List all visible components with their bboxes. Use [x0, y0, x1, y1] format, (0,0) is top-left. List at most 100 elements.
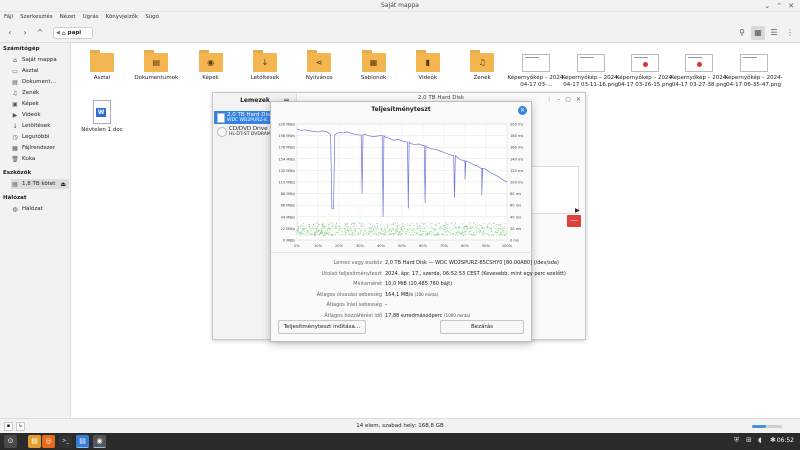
sidebar-item[interactable]: ♫ Zenék	[11, 88, 69, 98]
access-time-point	[454, 225, 456, 227]
file-item[interactable]: Asztal	[73, 50, 131, 82]
sidebar-item[interactable]: ⌂ Saját mappa	[11, 55, 69, 65]
access-time-point	[458, 230, 460, 232]
file-item[interactable]: ⋖ Nyilvános	[290, 50, 348, 82]
minimize-icon[interactable]: ⌄	[764, 1, 770, 11]
taskbar-file-manager-icon[interactable]: ▤	[76, 435, 89, 448]
file-item[interactable]: W Névtelen 1.doc	[73, 100, 131, 134]
access-time-point	[397, 226, 399, 228]
access-time-point	[380, 229, 382, 231]
info-value: 10,0 MiB (10.485.760 bájt)	[385, 281, 452, 287]
file-item[interactable]: Képernyőkép – 2024-04-17 03-27-38.png	[670, 50, 728, 89]
taskbar-disks-icon[interactable]: ◉	[93, 435, 106, 448]
access-time-point	[379, 224, 381, 226]
access-time-point	[472, 232, 474, 234]
sidebar-item[interactable]: ↓ Letöltések	[11, 121, 69, 131]
access-time-point	[350, 226, 352, 228]
access-time-point	[473, 228, 475, 230]
menu-item[interactable]: Nézet	[60, 12, 76, 23]
tray-icon[interactable]: ⊞	[746, 436, 752, 444]
access-time-point	[344, 229, 347, 231]
menu-item[interactable]: Súgó	[145, 12, 159, 23]
access-time-point	[334, 233, 336, 235]
sidebar-item[interactable]: ▶ Videók	[11, 110, 69, 120]
access-time-point	[298, 231, 300, 233]
access-time-point	[483, 230, 485, 232]
file-item[interactable]: ▦ Sablonok	[345, 50, 403, 82]
sidebar-section-title[interactable]: Eszközök	[3, 170, 31, 176]
access-time-point	[296, 224, 298, 226]
breadcrumb-item[interactable]: papi	[68, 30, 81, 36]
taskbar-terminal-icon[interactable]: >_	[59, 435, 72, 448]
start-benchmark-button[interactable]: Teljesítményteszt indítása…	[278, 320, 366, 334]
image-thumbnail-icon	[739, 54, 768, 72]
sidebar-item[interactable]: ▤ 1,8 TB kötet ⏏	[11, 179, 69, 189]
taskbar-files-icon[interactable]: ▤	[28, 435, 41, 448]
maximize-icon[interactable]: ⌃	[776, 1, 782, 11]
access-time-point	[446, 234, 448, 236]
tray-icon[interactable]: ✱	[770, 436, 776, 444]
access-time-point	[407, 222, 409, 225]
more-icon[interactable]: ⋮	[546, 96, 552, 103]
x-tick-label: 0%	[294, 244, 300, 248]
toggle-location-icon[interactable]: ◀	[56, 30, 60, 36]
grid-view-icon[interactable]: ▦	[751, 26, 765, 40]
access-time-point	[353, 222, 356, 224]
access-time-point	[328, 229, 330, 231]
file-item[interactable]: ▮ Videók	[399, 50, 457, 82]
taskbar-firefox-icon[interactable]: ◎	[42, 435, 55, 448]
sidebar-section-title[interactable]: Hálózat	[3, 195, 27, 201]
play-icon[interactable]: ▶	[575, 207, 580, 214]
sidebar-item[interactable]: ▣ Képek	[11, 99, 69, 109]
tray-icon[interactable]: ⛨	[734, 436, 739, 445]
access-time-point	[477, 228, 479, 230]
sidebar-section-title[interactable]: Számítógép	[3, 46, 40, 52]
access-time-point	[315, 226, 317, 228]
access-time-point	[422, 224, 424, 226]
search-icon[interactable]: ⚲	[735, 26, 749, 40]
file-item[interactable]: ◉ Képek	[182, 50, 240, 82]
access-time-point	[469, 225, 471, 227]
taskbar-menu-icon[interactable]: ⊙	[4, 435, 17, 448]
access-time-point	[320, 230, 322, 232]
access-time-point	[361, 229, 363, 232]
sidebar-item[interactable]: ◍ Hálózat	[11, 204, 69, 214]
file-item[interactable]: Képernyőkép – 2024-04-17 03-11-16.png	[562, 50, 620, 89]
menu-item[interactable]: Szerkesztés	[20, 12, 53, 23]
back-icon[interactable]: ‹	[3, 26, 17, 40]
maximize-icon[interactable]: ▢	[565, 96, 571, 103]
access-time-point	[330, 223, 332, 225]
access-time-point	[372, 231, 374, 233]
close-icon[interactable]: ✕	[788, 1, 794, 11]
file-item[interactable]: ▤ Dokumentumok	[127, 50, 185, 82]
access-time-point	[471, 234, 474, 236]
file-item[interactable]: Képernyőkép – 2024-04-17 03-26-15.png	[616, 50, 674, 89]
sidebar-item[interactable]: 🗑 Kuka	[11, 154, 69, 164]
sidebar-item[interactable]: ▭ Asztal	[11, 66, 69, 76]
file-item[interactable]: ♫ Zenék	[453, 50, 511, 82]
close-icon[interactable]: ✕	[576, 96, 581, 103]
remove-partition-button[interactable]: —	[567, 215, 581, 227]
menu-icon[interactable]: ⋮	[783, 26, 797, 40]
tray-icon[interactable]: ◖	[758, 436, 762, 444]
minimize-icon[interactable]: –	[557, 96, 560, 103]
close-button[interactable]: Bezárás	[440, 320, 524, 334]
up-icon[interactable]: ^	[33, 26, 47, 40]
list-view-icon[interactable]: ☰	[767, 26, 781, 40]
access-time-point	[327, 231, 329, 233]
access-time-point	[370, 227, 372, 229]
file-item[interactable]: ↓ Letöltések	[236, 50, 294, 82]
sidebar-item[interactable]: ▤ Dokument…	[11, 77, 69, 87]
zoom-slider[interactable]	[752, 425, 782, 428]
close-icon[interactable]: ✕	[518, 106, 527, 115]
file-item[interactable]: Képernyőkép – 2024-04-17 06-35-47.png	[725, 50, 783, 89]
menu-item[interactable]: Ugrás	[83, 12, 99, 23]
clock[interactable]: 06:52	[777, 437, 794, 444]
forward-icon[interactable]: ›	[18, 26, 32, 40]
sidebar-item[interactable]: ◷ Legutóbbi	[11, 132, 69, 142]
sidebar-item[interactable]: ▦ Fájlrendszer	[11, 143, 69, 153]
menu-item[interactable]: Könyvjelzők	[106, 12, 139, 23]
eject-icon[interactable]: ⏏	[60, 181, 66, 188]
file-item[interactable]: Képernyőkép – 2024-04-17 03-…	[507, 50, 565, 89]
menu-item[interactable]: Fájl	[4, 12, 13, 23]
